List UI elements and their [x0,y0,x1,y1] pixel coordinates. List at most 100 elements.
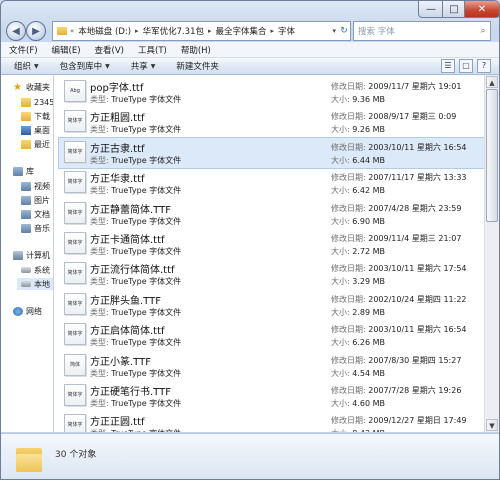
date-value: 2007/8/30 星期四 15:27 [368,355,462,365]
file-date: 修改日期: 2007/11/17 星期六 13:33 [331,172,467,183]
minimize-button[interactable]: — [418,1,444,18]
breadcrumb-fonts[interactable]: 字体 [275,25,298,37]
nav-item-local-drive[interactable]: 本地 [17,278,53,290]
file-name: 方正启体简体.ttf [90,326,165,338]
date-value: 2007/11/17 星期六 13:33 [368,173,467,183]
nav-label: 网络 [26,306,42,316]
scroll-up-icon[interactable]: ▲ [486,76,498,88]
new-folder-label: 新建文件夹 [176,62,219,72]
file-row[interactable]: 简体字 方正启体简体.ttf 类型: TrueType 字体文件 修改日期: 2003… [59,320,484,350]
file-name: 方正卡通简体.ttf [90,235,165,246]
file-type: 类型: TrueType 字体文件 [90,185,181,196]
nav-item-desktop[interactable]: 桌面 [21,124,50,136]
breadcrumb-drive[interactable]: 本地磁盘 (D:) [75,25,134,37]
navigation-pane: ★ 收藏夹 2345 下载 桌面 最近 库 视频 图片 文档 音乐 计算机 系统 … [1,75,54,432]
organize-button[interactable]: 组织 ▼ [1,60,47,72]
maximize-button[interactable]: □ [442,1,466,18]
file-size: 大小: 4.54 MB [331,368,385,379]
date-value: 2009/11/7 星期六 19:01 [368,82,462,91]
back-button[interactable]: ◀ [6,21,26,41]
size-value: 2.89 MB [352,307,385,317]
menu-view[interactable]: 查看(V) [87,44,130,56]
nav-item-2345[interactable]: 2345 [21,96,53,108]
nav-label: 音乐 [34,223,50,233]
menu-help[interactable]: 帮助(H) [173,44,217,56]
file-name: 方正华隶.ttf [90,174,145,186]
menu-file[interactable]: 文件(F) [1,44,44,56]
scrollbar-thumb[interactable] [486,89,498,222]
nav-computer[interactable]: 计算机 [13,249,50,261]
share-label: 共享 [130,62,148,72]
font-file-thumbnail-icon: 简体字 [64,323,86,346]
scroll-down-icon[interactable]: ▼ [486,419,498,431]
nav-item-system-drive[interactable]: 系统 [21,264,50,276]
view-options-icon[interactable]: ☰ [441,59,455,73]
vertical-scrollbar[interactable]: ▲ ▼ [484,75,499,432]
close-button[interactable]: ✕ [464,1,499,18]
new-folder-button[interactable]: 新建文件夹 [163,60,227,72]
nav-libraries[interactable]: 库 [13,165,34,177]
file-row[interactable]: 简体字 方正静蕾简体.TTF 类型: TrueType 字体文件 修改日期: 2007… [59,199,484,229]
nav-label: 计算机 [26,250,50,260]
file-row[interactable]: 简体字 方正流行体简体.ttf 类型: TrueType 字体文件 修改日期: 200… [59,259,484,289]
file-row[interactable]: 简体字 方正古隶.ttf 类型: TrueType 字体文件 修改日期: 2003/1… [58,136,484,169]
file-name: 方正静蕾简体.TTF [90,204,171,216]
menu-tools[interactable]: 工具(T) [130,44,173,56]
include-in-library-button[interactable]: 包含到库中 ▼ [47,60,118,72]
type-label: 类型: [90,216,109,226]
file-row[interactable]: 简体字 方正华隶.ttf 类型: TrueType 字体文件 修改日期: 2007/1… [59,168,484,198]
file-type: 类型: TrueType 字体文件 [90,216,181,227]
file-row[interactable]: 简体字 方正胖头鱼.TTF 类型: TrueType 字体文件 修改日期: 2002/… [59,290,484,320]
file-size: 大小: 8.43 MB [331,428,385,432]
type-value: TrueType 字体文件 [111,429,181,432]
nav-item-music[interactable]: 音乐 [21,222,50,234]
file-row[interactable]: Abg pop字体.ttf 类型: TrueType 字体文件 修改日期: 2009/… [59,77,484,107]
item-count: 30 个对象 [55,450,97,460]
search-icon[interactable]: ⌕ [476,26,490,36]
nav-item-recent[interactable]: 最近 [21,138,50,150]
file-row[interactable]: 简体 方正小篆.TTF 类型: TrueType 字体文件 修改日期: 2007/8/… [59,351,484,381]
nav-favorites[interactable]: ★ 收藏夹 [13,81,50,93]
refresh-button[interactable]: ↻ [338,21,351,41]
font-file-thumbnail-icon: 简体字 [64,292,86,315]
file-row[interactable]: 简体字 方正硬笔行书.TTF 类型: TrueType 字体文件 修改日期: 2007… [59,381,484,411]
size-label: 大小: [331,429,350,432]
size-label: 大小: [331,247,350,256]
help-icon[interactable]: ? [477,59,491,73]
command-bar: 组织 ▼ 包含到库中 ▼ 共享 ▼ 新建文件夹 ☰ ▢ ? [1,58,499,75]
menu-edit[interactable]: 编辑(E) [44,44,87,56]
file-type: 类型: TrueType 字体文件 [90,307,181,318]
organize-label: 组织 [14,62,32,72]
nav-item-downloads[interactable]: 下载 [21,110,50,122]
file-row[interactable]: 简体字 方正卡通简体.ttf 类型: TrueType 字体文件 修改日期: 2009… [59,229,484,259]
nav-item-pictures[interactable]: 图片 [21,194,50,206]
preview-pane-icon[interactable]: ▢ [459,59,473,73]
size-label: 大小: [331,125,350,135]
nav-label: 视频 [34,181,50,191]
menu-bar: 文件(F) 编辑(E) 查看(V) 工具(T) 帮助(H) [1,42,499,58]
file-size: 大小: 2.72 MB [331,246,385,257]
date-label: 修改日期: [331,234,366,243]
share-button[interactable]: 共享 ▼ [118,60,164,72]
folder-icon [16,446,42,472]
file-row[interactable]: 简体字方正正圆.ttf类型: TrueType 字体文件 修改日期: 2009/1… [59,411,484,432]
file-name: 方正胖头鱼.TTF [90,295,161,307]
nav-network[interactable]: 网络 [13,305,42,317]
nav-label: 下载 [34,111,50,121]
address-bar[interactable]: « 本地磁盘 (D:) ▸ 华军优化7.31包 ▸ 最全字体集合 ▸ 字体 ▾ [52,21,340,41]
nav-item-documents[interactable]: 文档 [21,208,50,220]
type-label: 类型: [90,125,109,135]
file-row[interactable]: 简体字 方正粗圆.ttf 类型: TrueType 字体文件 修改日期: 2008/9… [59,107,484,137]
file-name: 方正正圆.ttf [90,417,145,429]
nav-item-videos[interactable]: 视频 [21,180,50,192]
file-size: 大小: 2.89 MB [331,307,385,318]
date-value: 2003/10/11 星期六 16:54 [368,325,467,335]
breadcrumb-collection[interactable]: 最全字体集合 [213,25,270,37]
size-value: 2.72 MB [352,247,385,256]
date-value: 2009/11/4 星期三 21:07 [368,234,462,243]
breadcrumb-pack[interactable]: 华军优化7.31包 [140,25,207,37]
star-icon: ★ [13,81,22,93]
forward-button[interactable]: ▶ [26,21,46,41]
type-label: 类型: [90,399,109,408]
search-input[interactable]: 搜索 字体 ⌕ [353,21,491,41]
